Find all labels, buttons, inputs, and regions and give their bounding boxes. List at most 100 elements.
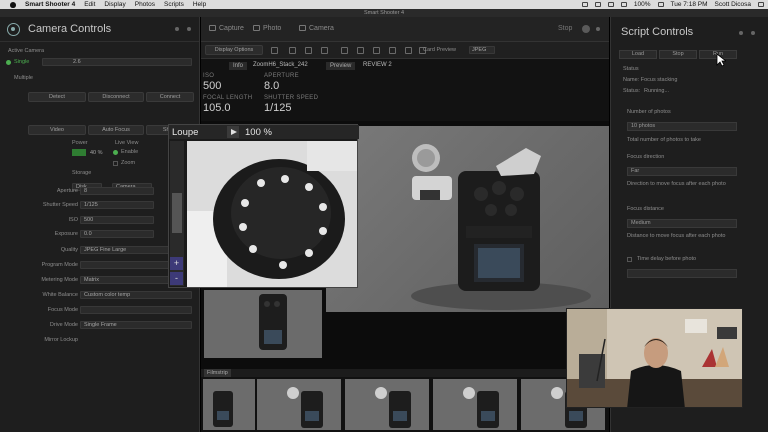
focus-direction-hint: Direction to move focus after each photo [627, 181, 726, 187]
info-tab[interactable]: Info [229, 62, 248, 70]
menu-help[interactable]: Help [193, 1, 206, 8]
film-thumbnail[interactable] [433, 379, 517, 430]
menu-app-name[interactable]: Smart Shooter 4 [25, 1, 75, 8]
loupe-window[interactable]: Loupe 100 % + - [168, 124, 359, 288]
film-thumbnail[interactable] [257, 379, 341, 430]
film-image [287, 387, 323, 428]
detect-button[interactable]: Detect [28, 92, 86, 102]
menu-edit[interactable]: Edit [84, 1, 95, 8]
focal-length-value: 105.0 [203, 102, 231, 114]
focus-direction-select[interactable]: Far [627, 167, 737, 176]
focus-mode-select[interactable] [80, 306, 192, 314]
grid-icon[interactable] [289, 47, 296, 54]
connect-button[interactable]: Connect [146, 92, 194, 102]
user-name[interactable]: Scott Dicosa [715, 1, 752, 8]
zoom-in-icon[interactable] [321, 47, 328, 54]
overlay-icon[interactable] [357, 47, 364, 54]
compare-icon[interactable] [341, 47, 348, 54]
menu-display[interactable]: Display [104, 1, 125, 8]
status-icon[interactable] [594, 2, 601, 7]
record-icon[interactable] [582, 25, 590, 33]
cursor-icon [716, 53, 728, 67]
scrollbar-thumb[interactable] [172, 193, 182, 233]
setting-value: Matrix [84, 277, 99, 283]
main-photo[interactable] [326, 126, 609, 312]
film-thumbnail[interactable] [345, 379, 429, 430]
webcam-overlay [566, 308, 743, 408]
menu-scripts[interactable]: Scripts [164, 1, 184, 8]
tab-capture[interactable]: Capture [209, 25, 244, 32]
time-delay-checkbox[interactable] [627, 257, 632, 262]
iso-value: 500 [203, 80, 222, 92]
loupe-title: Loupe [172, 127, 199, 138]
float-icon[interactable] [175, 27, 179, 31]
tab-capture-label: Capture [219, 25, 244, 32]
time-delay-select[interactable] [627, 269, 737, 278]
thumbnail[interactable] [204, 290, 322, 358]
white-balance-select[interactable]: Custom color temp [80, 291, 192, 299]
histogram-icon[interactable] [389, 47, 396, 54]
mouse-cursor [716, 53, 728, 69]
stop-button[interactable]: Stop [659, 50, 697, 59]
enable-checkbox[interactable] [113, 150, 118, 155]
focus-distance-label: Focus distance [627, 206, 664, 212]
status-prefix: Status: [623, 88, 641, 94]
search-icon[interactable] [758, 2, 764, 7]
filmstrip-label[interactable]: Filmstrip [204, 369, 231, 377]
tab-camera[interactable]: Camera [299, 25, 334, 32]
view-tabs: Capture Photo Camera Stop [201, 17, 609, 42]
camera-icon [299, 25, 306, 31]
close-icon[interactable] [187, 27, 191, 31]
stop-button[interactable]: Stop [558, 25, 572, 32]
loupe-titlebar[interactable]: Loupe 100 % [169, 125, 359, 139]
focus-direction-label: Focus direction [627, 154, 665, 160]
focus-distance-select[interactable]: Medium [627, 219, 737, 228]
review-label: REVIEW 2 [363, 62, 392, 68]
loupe-icon[interactable] [405, 47, 412, 54]
filmstrip-header: Filmstrip [201, 369, 609, 377]
video-button[interactable]: Video [28, 125, 86, 135]
status-icon[interactable] [581, 2, 588, 7]
zoom-in-button[interactable]: + [170, 257, 183, 270]
zoom-label: Zoom [121, 160, 136, 166]
format-select[interactable]: JPEG [469, 46, 495, 54]
disconnect-button[interactable]: Disconnect [88, 92, 144, 102]
menu-photos[interactable]: Photos [135, 1, 155, 8]
columns-icon[interactable] [305, 47, 312, 54]
aperture-value: 8.0 [264, 80, 280, 92]
exposure-select[interactable]: 0.0 [80, 230, 154, 238]
apple-icon[interactable] [10, 1, 16, 8]
loupe-zoom-level: 100 % [245, 127, 272, 138]
tab-photo[interactable]: Photo [253, 25, 281, 32]
preview-tab[interactable]: Preview [326, 62, 356, 70]
num-photos-select[interactable]: 10 photos [627, 122, 737, 131]
search-icon[interactable] [373, 47, 380, 54]
edit-icon[interactable] [271, 47, 278, 54]
aperture-select[interactable]: 8 [80, 187, 154, 195]
play-icon[interactable] [227, 126, 239, 138]
clock[interactable]: Tue 7:18 PM [671, 1, 708, 8]
battery-icon[interactable] [657, 2, 664, 7]
display-options-button[interactable]: Display Options [205, 45, 263, 55]
zoom-out-button[interactable]: - [170, 272, 183, 285]
zoom-checkbox[interactable] [113, 161, 118, 166]
close-icon[interactable] [751, 31, 755, 35]
setting-label: Exposure [54, 231, 78, 237]
single-radio[interactable] [6, 60, 11, 65]
float-icon[interactable] [739, 31, 743, 35]
shutter-select[interactable]: 1/125 [80, 201, 154, 209]
script-name: Name: Focus stacking [623, 77, 678, 83]
wifi-icon[interactable] [620, 2, 627, 7]
drive-mode-select[interactable]: Single Frame [80, 321, 192, 329]
loupe-image[interactable] [187, 141, 357, 287]
status-icon[interactable] [607, 2, 614, 7]
load-button[interactable]: Load [619, 50, 657, 59]
storage-label: Storage [72, 170, 92, 176]
film-thumbnail[interactable] [203, 379, 255, 430]
auto-focus-button[interactable]: Auto Focus [88, 125, 144, 135]
dial-closeup-image [187, 141, 357, 287]
camera-select[interactable]: 2.6 [42, 58, 192, 66]
mirror-lockup-select[interactable] [80, 336, 192, 344]
close-icon[interactable] [596, 27, 600, 31]
iso-select[interactable]: 500 [80, 216, 154, 224]
